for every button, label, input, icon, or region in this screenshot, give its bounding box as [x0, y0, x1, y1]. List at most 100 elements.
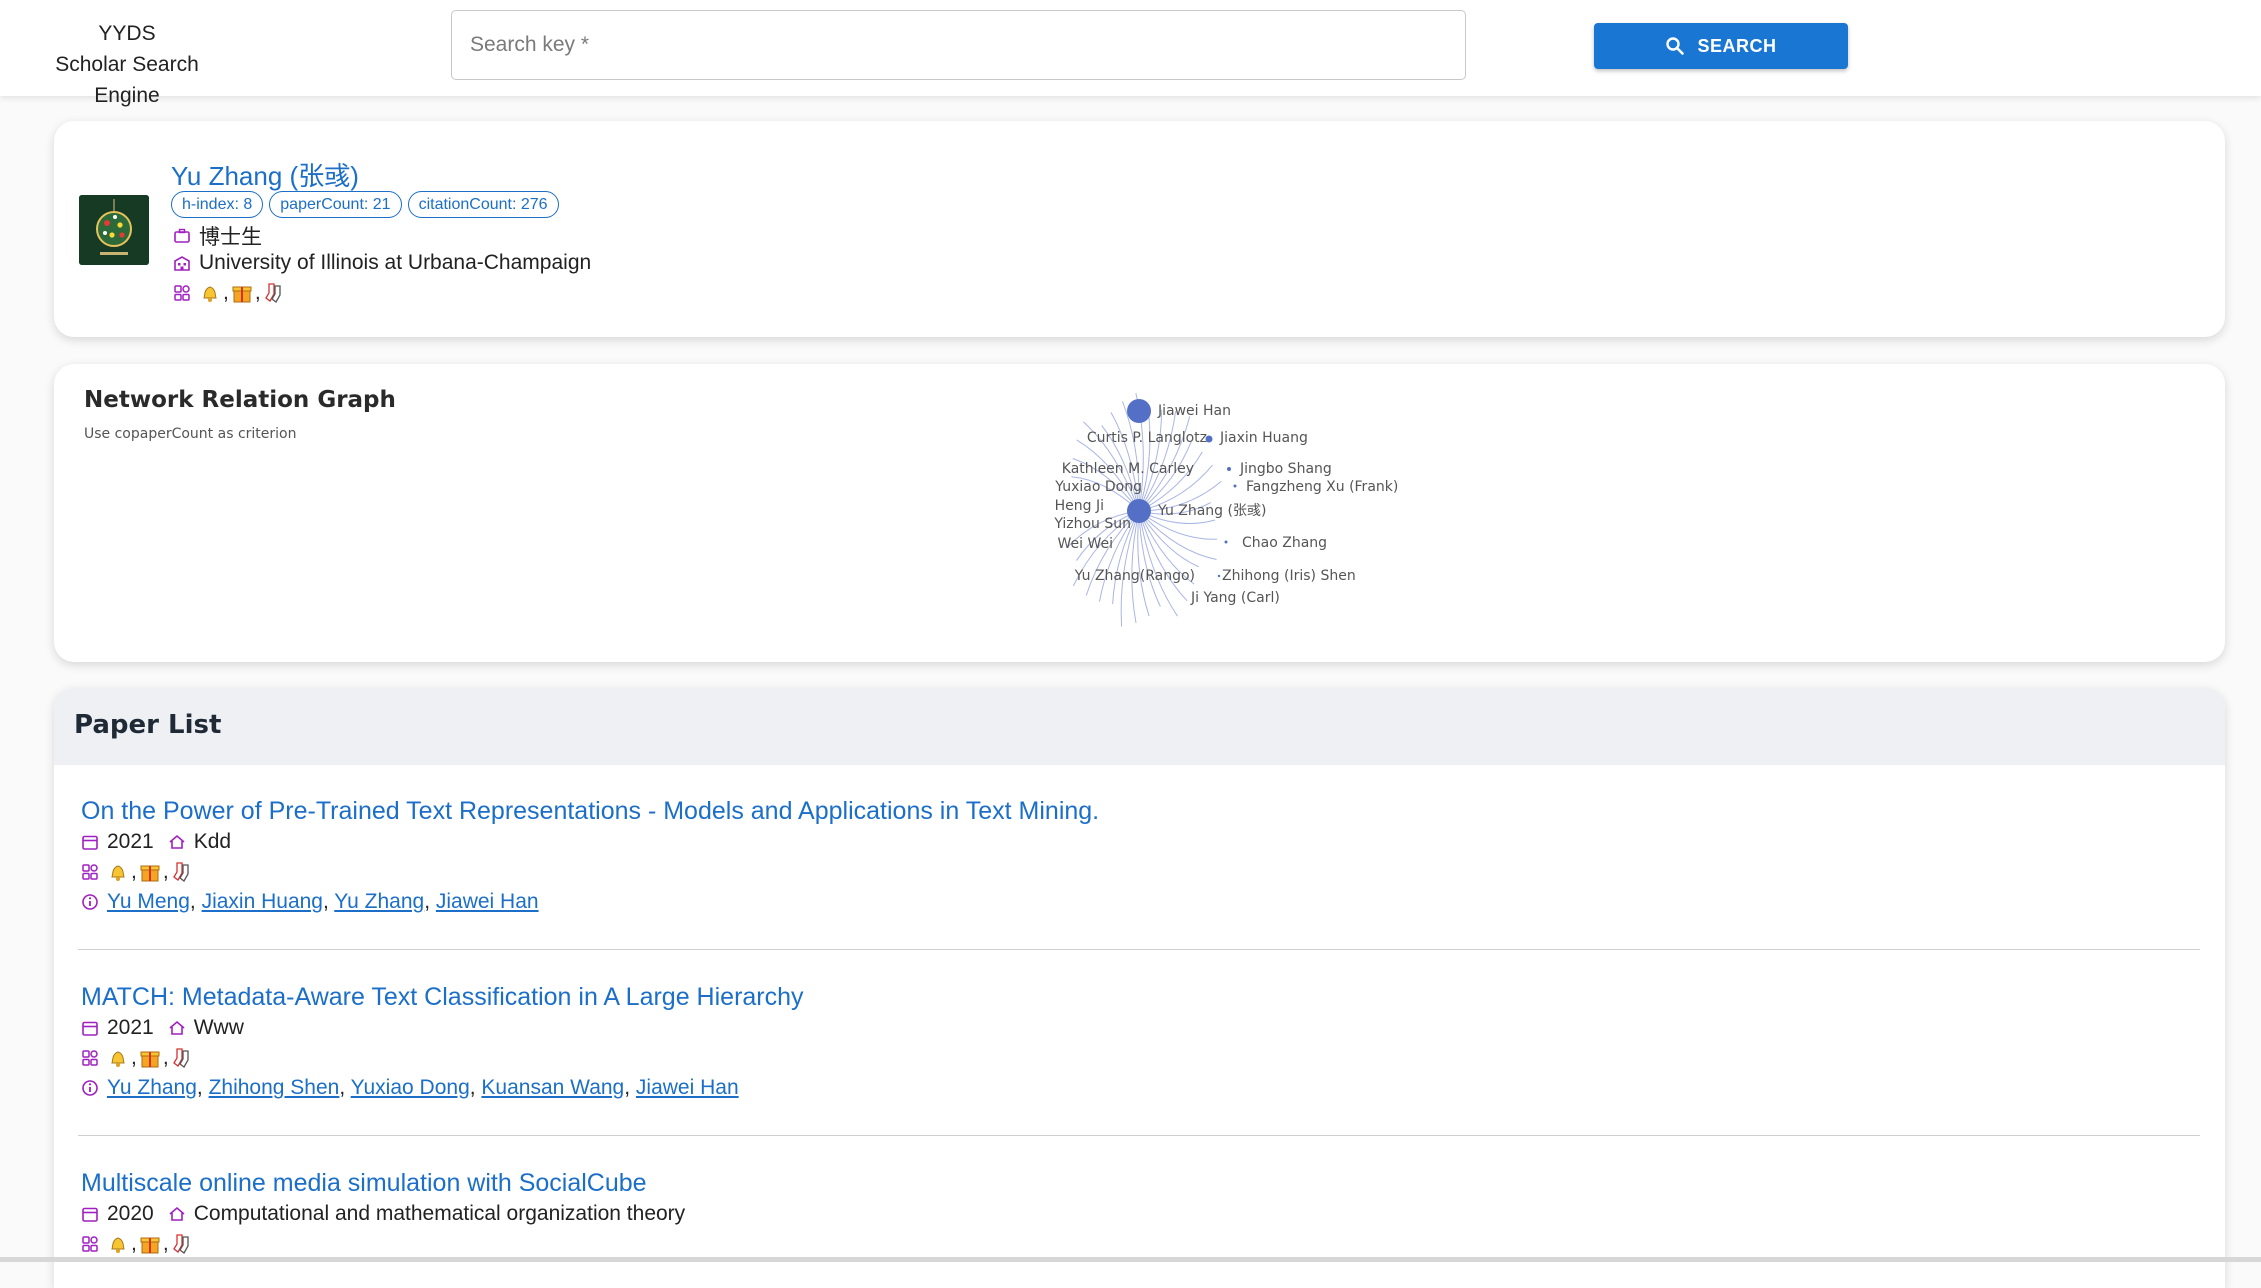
brand-title: YYDS [98, 22, 156, 45]
graph-node-label[interactable]: Yu Zhang(Rango) [1074, 568, 1195, 584]
calendar-icon [82, 1021, 98, 1036]
scholar-position: 博士生 [199, 226, 262, 249]
paper-list-header: Paper List [54, 688, 2225, 765]
author-link[interactable]: Jiawei Han [636, 1076, 739, 1099]
bell-emoji-icon [111, 865, 125, 881]
paper-item: On the Power of Pre-Trained Text Represe… [81, 795, 2201, 917]
briefcase-icon [174, 228, 190, 243]
paper-tags-row: , , [81, 1229, 2201, 1259]
graph-node-label[interactable]: Fangzheng Xu (Frank) [1246, 479, 1398, 495]
author-link[interactable]: Zhihong Shen [209, 1076, 340, 1099]
graph-node[interactable] [1227, 467, 1231, 471]
socks-emoji-icon [172, 1048, 189, 1068]
search-icon [1666, 37, 1685, 55]
bell-emoji-icon [111, 1237, 125, 1253]
graph-node-label[interactable]: Chao Zhang [1242, 535, 1327, 551]
paper-list-card: Paper List On the Power of Pre-Trained T… [54, 688, 2225, 1288]
home-icon [169, 1206, 185, 1221]
paper-item: Multiscale online media simulation with … [81, 1167, 2201, 1259]
graph-center-node[interactable] [1127, 499, 1151, 523]
graph-node-label[interactable]: Jiaxin Huang [1219, 430, 1308, 446]
paper-item: MATCH: Metadata-Aware Text Classificatio… [81, 981, 2201, 1103]
paper-meta-row: 2021 Www [81, 1013, 2201, 1043]
calendar-icon [82, 835, 98, 850]
paper-venue: Www [193, 1016, 244, 1039]
network-graph-card: Network Relation Graph Use copaperCount … [54, 364, 2225, 662]
graph-node[interactable] [1224, 540, 1228, 544]
paper-count-chip[interactable]: paperCount: 21 [269, 191, 402, 218]
avatar [79, 195, 149, 265]
author-link[interactable]: Yuxiao Dong [351, 1076, 470, 1099]
scholar-name[interactable]: Yu Zhang (张彧) [171, 156, 359, 193]
search-field[interactable] [451, 10, 1466, 80]
building-icon [174, 256, 190, 271]
paper-title[interactable]: Multiscale online media simulation with … [81, 1167, 2201, 1199]
paper-divider [78, 1135, 2200, 1136]
graph-node-label[interactable]: Jiawei Han [1157, 403, 1231, 419]
graph-node-label[interactable]: Jingbo Shang [1239, 461, 1332, 477]
brand-subtitle: Scholar Search Engine [55, 53, 199, 107]
paper-tags-row: , , [81, 1043, 2201, 1073]
paper-year: 2020 [107, 1202, 154, 1225]
socks-emoji-icon [172, 1234, 189, 1254]
network-relation-graph[interactable]: Jiawei Han Curtis P. Langlotz Jiaxin Huang… [54, 364, 2225, 662]
info-icon [82, 1080, 98, 1096]
paper-venue: Computational and mathematical organizat… [193, 1202, 686, 1225]
paper-venue: Kdd [193, 830, 232, 853]
h-index-chip[interactable]: h-index: 8 [171, 191, 264, 218]
horizontal-scrollbar[interactable] [0, 1257, 2261, 1262]
author-link[interactable]: Yu Zhang [107, 1076, 197, 1099]
graph-node-label[interactable]: Wei Wei [1057, 536, 1113, 552]
author-link[interactable]: Kuansan Wang [481, 1076, 624, 1099]
home-icon [169, 834, 185, 849]
graph-center-label[interactable]: Yu Zhang (张彧) [1157, 503, 1266, 519]
gift-emoji-icon [140, 865, 160, 882]
app-header: YYDS Scholar Search Engine SEARCH [0, 0, 2261, 107]
paper-divider [78, 949, 2200, 950]
graph-node-label[interactable]: Zhihong (Iris) Shen [1222, 568, 1356, 584]
gift-emoji-icon [232, 286, 252, 303]
graph-edge [1138, 510, 1199, 568]
tags-icon [82, 1236, 98, 1252]
author-link[interactable]: Yu Meng [107, 890, 190, 913]
paper-year: 2021 [107, 1016, 154, 1039]
paper-title[interactable]: MATCH: Metadata-Aware Text Classificatio… [81, 981, 2201, 1013]
interest-emojis: , , [199, 281, 285, 305]
paper-meta-row: 2021 Kdd [81, 827, 2201, 857]
paper-title[interactable]: On the Power of Pre-Trained Text Represe… [81, 795, 2201, 827]
home-icon [169, 1020, 185, 1035]
socks-emoji-icon [264, 283, 281, 303]
search-button-label: SEARCH [1697, 35, 1777, 56]
paper-tags-row: , , [81, 857, 2201, 887]
graph-node-label[interactable]: Heng Ji [1055, 498, 1104, 514]
socks-emoji-icon [172, 862, 189, 882]
graph-node[interactable] [1127, 399, 1151, 423]
graph-node-label[interactable]: Ji Yang (Carl) [1190, 590, 1280, 606]
bell-emoji-icon [111, 1051, 125, 1067]
graph-node-label[interactable]: Yizhou Sun [1053, 516, 1131, 532]
paper-authors-row: Yu Meng, Jiaxin Huang, Yu Zhang, Jiawei … [81, 887, 2201, 917]
christmas-ornament-avatar-image [79, 195, 149, 265]
brand-logo[interactable]: YYDS Scholar Search Engine [20, 18, 234, 111]
author-link[interactable]: Jiaxin Huang [202, 890, 323, 913]
tags-icon [174, 285, 190, 301]
citation-count-chip[interactable]: citationCount: 276 [407, 191, 559, 218]
search-button[interactable]: SEARCH [1594, 23, 1848, 69]
graph-node[interactable] [1233, 484, 1237, 488]
gift-emoji-icon [140, 1237, 160, 1254]
paper-meta-row: 2020 Computational and mathematical orga… [81, 1199, 2201, 1229]
bell-emoji-icon [203, 286, 217, 302]
metric-chips: h-index: 8 paperCount: 21 citationCount:… [171, 191, 559, 218]
graph-node[interactable] [1217, 574, 1221, 578]
graph-node-label[interactable]: Curtis P. Langlotz [1087, 430, 1207, 446]
author-link[interactable]: Jiawei Han [436, 890, 539, 913]
author-link[interactable]: Yu Zhang [334, 890, 424, 913]
graph-node[interactable] [1205, 435, 1213, 443]
search-input[interactable] [452, 11, 1465, 79]
graph-node-label[interactable]: Kathleen M. Carley [1062, 461, 1194, 477]
scholar-affiliation: University of Illinois at Urbana-Champai… [199, 251, 592, 274]
scholar-profile-card: Yu Zhang (张彧) h-index: 8 paperCount: 21 … [54, 121, 2225, 337]
graph-node-label[interactable]: Yuxiao Dong [1054, 479, 1142, 495]
paper-list-title: Paper List [74, 710, 222, 740]
calendar-icon [82, 1207, 98, 1222]
